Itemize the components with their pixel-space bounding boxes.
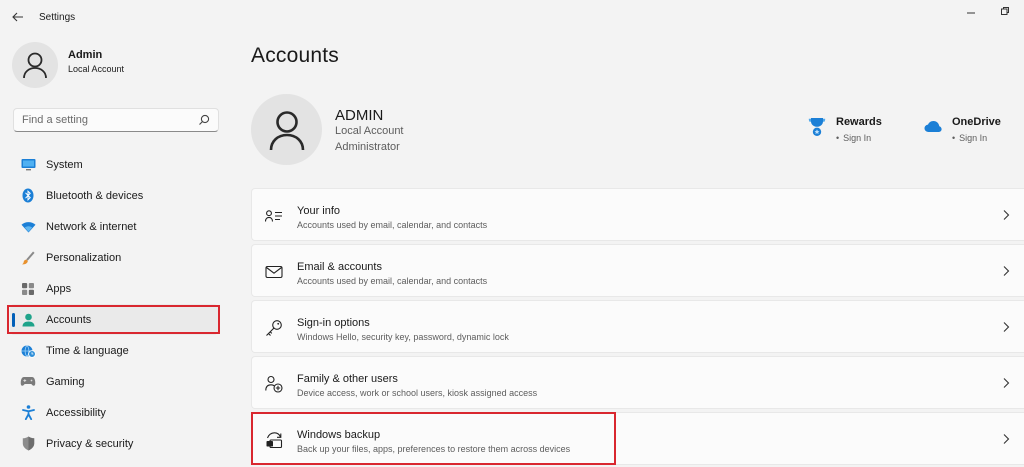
sidebar-item-label: Personalization: [46, 251, 122, 264]
avatar: [12, 42, 58, 88]
sidebar-item-accessibility[interactable]: Accessibility: [10, 397, 218, 428]
sidebar-item-time-language[interactable]: Time & language: [10, 335, 218, 366]
chevron-right-icon: [1003, 210, 1010, 220]
sidebar-item-label: Network & internet: [46, 220, 137, 233]
profile-account-type: Local Account: [68, 64, 125, 74]
sidebar-item-label: Bluetooth & devices: [46, 189, 144, 202]
user-avatar-icon: [23, 52, 47, 79]
onedrive-label: OneDrive: [952, 116, 1001, 128]
profile-name: Admin: [68, 49, 103, 61]
key-icon: [265, 319, 283, 337]
sidebar-item-label: System: [46, 158, 83, 171]
restore-icon: [1001, 7, 1009, 15]
account-role: Administrator: [335, 141, 400, 153]
rewards-label: Rewards: [836, 116, 882, 128]
card-windows-backup[interactable]: Windows backup Back up your files, apps,…: [251, 412, 1024, 465]
sidebar-item-label: Apps: [46, 282, 72, 295]
card-your-info[interactable]: Your info Accounts used by email, calend…: [251, 188, 1024, 241]
cloud-icon: [924, 121, 942, 132]
chevron-right-icon: [1003, 434, 1010, 444]
sidebar-item-label: Accounts: [46, 313, 92, 326]
wifi-icon: [20, 219, 36, 235]
card-family-other-users[interactable]: Family & other users Device access, work…: [251, 356, 1024, 409]
sidebar-item-label: Privacy & security: [46, 437, 134, 450]
minimize-icon: [967, 12, 975, 14]
card-description: Device access, work or school users, kio…: [297, 388, 538, 398]
page-title: Accounts: [251, 44, 339, 67]
backup-icon: [265, 431, 283, 449]
sidebar-item-gaming[interactable]: Gaming: [10, 366, 218, 397]
add-users-icon: [265, 375, 283, 393]
account-avatar[interactable]: [251, 94, 322, 165]
card-description: Windows Hello, security key, password, d…: [297, 332, 509, 342]
sidebar-item-privacy-security[interactable]: Privacy & security: [10, 428, 218, 459]
card-title: Email & accounts: [297, 261, 382, 273]
globe-clock-icon: [20, 343, 36, 359]
restore-button[interactable]: [998, 4, 1012, 18]
trophy-icon: [808, 118, 826, 136]
rewards-sign-in-link[interactable]: Sign In: [836, 133, 871, 143]
app-title: Settings: [39, 12, 76, 23]
sidebar-item-network[interactable]: Network & internet: [10, 211, 218, 242]
card-title: Sign-in options: [297, 317, 370, 329]
sidebar-item-label: Gaming: [46, 375, 85, 388]
sidebar-item-system[interactable]: System: [10, 149, 218, 180]
card-title: Family & other users: [297, 373, 398, 385]
sidebar-item-bluetooth[interactable]: Bluetooth & devices: [10, 180, 218, 211]
card-sign-in-options[interactable]: Sign-in options Windows Hello, security …: [251, 300, 1024, 353]
accessibility-icon: [20, 405, 36, 421]
account-name: ADMIN: [335, 107, 384, 124]
card-description: Accounts used by email, calendar, and co…: [297, 220, 488, 230]
person-card-icon: [265, 207, 283, 225]
sidebar-item-personalization[interactable]: Personalization: [10, 242, 218, 273]
back-arrow-icon: [12, 12, 23, 22]
card-description: Accounts used by email, calendar, and co…: [297, 276, 488, 286]
chevron-right-icon: [1003, 266, 1010, 276]
sidebar-item-label: Accessibility: [46, 406, 106, 419]
shield-icon: [20, 436, 36, 452]
sidebar-item-accounts[interactable]: Accounts: [10, 304, 218, 335]
title-bar: Settings: [0, 0, 1024, 34]
sidebar-item-apps[interactable]: Apps: [10, 273, 218, 304]
gamepad-icon: [20, 374, 36, 390]
minimize-button[interactable]: [964, 4, 978, 18]
search-icon[interactable]: [198, 114, 210, 126]
sidebar-profile[interactable]: Admin Local Account: [12, 42, 222, 90]
card-email-accounts[interactable]: Email & accounts Accounts used by email,…: [251, 244, 1024, 297]
user-avatar-icon: [269, 110, 304, 150]
onedrive-sign-in-link[interactable]: Sign In: [952, 133, 987, 143]
sidebar: Admin Local Account System Bluetooth & d…: [0, 34, 232, 467]
card-title: Windows backup: [297, 429, 381, 441]
monitor-icon: [20, 157, 36, 173]
chevron-right-icon: [1003, 322, 1010, 332]
nav-list: System Bluetooth & devices Network & int…: [10, 149, 220, 459]
chevron-right-icon: [1003, 378, 1010, 388]
card-description: Back up your files, apps, preferences to…: [297, 444, 571, 454]
search-input[interactable]: [14, 109, 194, 131]
apps-icon: [20, 281, 36, 297]
person-icon: [20, 312, 36, 328]
search-box[interactable]: [13, 108, 219, 132]
card-title: Your info: [297, 205, 341, 217]
mail-icon: [265, 263, 283, 281]
account-type: Local Account: [335, 125, 404, 137]
brush-icon: [20, 250, 36, 266]
back-button[interactable]: [8, 8, 28, 26]
sidebar-item-label: Time & language: [46, 344, 129, 357]
bluetooth-icon: [20, 188, 36, 204]
